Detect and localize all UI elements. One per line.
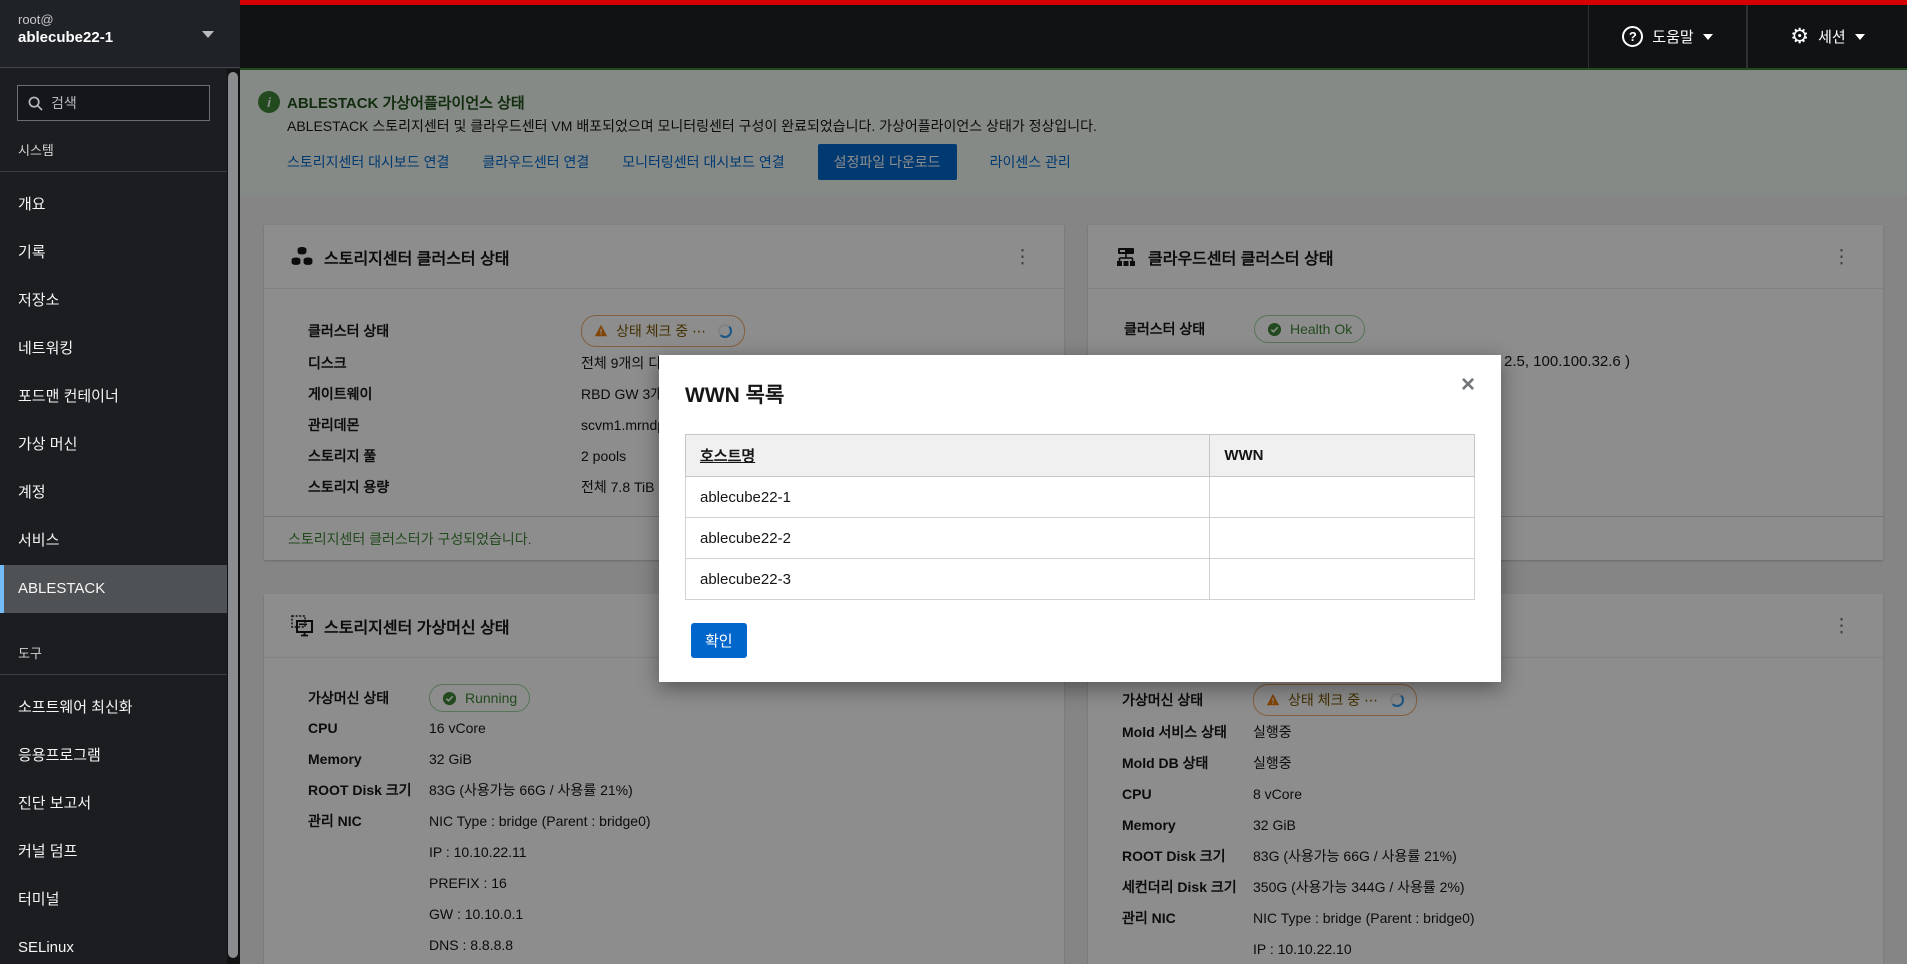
page: root@ ablecube22-1 시스템 개요 기록 저장소 네트워킹 포드… bbox=[0, 0, 1907, 964]
sidebar: root@ ablecube22-1 시스템 개요 기록 저장소 네트워킹 포드… bbox=[0, 0, 240, 964]
sidebar-scrollbar bbox=[227, 69, 240, 964]
hostname-cell: ablecube22-1 bbox=[686, 477, 1210, 518]
sidebar-item-diagnostic-reports[interactable]: 진단 보고서 bbox=[0, 780, 227, 828]
sidebar-item-overview[interactable]: 개요 bbox=[0, 181, 227, 229]
sidebar-item-ablestack[interactable]: ABLESTACK bbox=[0, 565, 227, 613]
modal-title: WWN 목록 bbox=[685, 379, 1475, 409]
session-label: 세션 bbox=[1818, 26, 1846, 47]
search-icon bbox=[28, 96, 43, 111]
sidebar-item-storage[interactable]: 저장소 bbox=[0, 277, 227, 325]
hostname-cell: ablecube22-2 bbox=[686, 518, 1210, 559]
sidebar-item-networking[interactable]: 네트워킹 bbox=[0, 325, 227, 373]
sidebar-section-tools: 도구 소프트웨어 최신화 응용프로그램 진단 보고서 커널 덤프 터미널 SEL… bbox=[0, 643, 227, 964]
sidebar-item-services[interactable]: 서비스 bbox=[0, 517, 227, 565]
section-label-tools: 도구 bbox=[0, 643, 227, 674]
wwn-list-modal: WWN 목록 × 호스트명 WWN ablecube22-1 ablecube2… bbox=[659, 355, 1501, 682]
search-box[interactable] bbox=[17, 85, 210, 121]
sidebar-item-kernel-dump[interactable]: 커널 덤프 bbox=[0, 828, 227, 876]
sidebar-section-system: 시스템 개요 기록 저장소 네트워킹 포드맨 컨테이너 가상 머신 계정 서비스… bbox=[0, 140, 227, 613]
sidebar-item-virtual-machines[interactable]: 가상 머신 bbox=[0, 421, 227, 469]
scrollbar-thumb[interactable] bbox=[228, 72, 238, 958]
sidebar-item-selinux[interactable]: SELinux bbox=[0, 924, 227, 964]
sidebar-item-podman[interactable]: 포드맨 컨테이너 bbox=[0, 373, 227, 421]
help-label: 도움말 bbox=[1652, 26, 1693, 47]
chevron-down-icon bbox=[1703, 34, 1713, 40]
gear-icon bbox=[1790, 26, 1809, 47]
help-menu-button[interactable]: 도움말 bbox=[1588, 5, 1747, 68]
session-menu-button[interactable]: 세션 bbox=[1747, 5, 1907, 68]
table-row: ablecube22-2 bbox=[686, 518, 1475, 559]
masthead: 도움말 세션 bbox=[240, 0, 1907, 68]
hostname-cell: ablecube22-3 bbox=[686, 559, 1210, 600]
column-header-wwn: WWN bbox=[1210, 435, 1475, 477]
question-circle-icon bbox=[1622, 26, 1643, 47]
sidebar-item-logs[interactable]: 기록 bbox=[0, 229, 227, 277]
host-switcher[interactable]: root@ ablecube22-1 bbox=[0, 0, 240, 68]
sidebar-item-software-updates[interactable]: 소프트웨어 최신화 bbox=[0, 684, 227, 732]
chevron-down-icon bbox=[202, 31, 214, 38]
confirm-button[interactable]: 확인 bbox=[691, 623, 747, 658]
host-name: ablecube22-1 bbox=[18, 28, 222, 48]
wwn-cell bbox=[1210, 559, 1475, 600]
section-label-system: 시스템 bbox=[0, 140, 227, 171]
wwn-cell bbox=[1210, 518, 1475, 559]
close-icon[interactable]: × bbox=[1461, 373, 1475, 397]
sidebar-item-terminal[interactable]: 터미널 bbox=[0, 876, 227, 924]
search-input[interactable] bbox=[51, 95, 181, 111]
wwn-table: 호스트명 WWN ablecube22-1 ablecube22-2 ablec… bbox=[685, 434, 1475, 600]
host-user: root@ bbox=[18, 12, 222, 28]
chevron-down-icon bbox=[1855, 34, 1865, 40]
sidebar-item-accounts[interactable]: 계정 bbox=[0, 469, 227, 517]
table-row: ablecube22-3 bbox=[686, 559, 1475, 600]
column-header-hostname[interactable]: 호스트명 bbox=[686, 435, 1210, 477]
wwn-cell bbox=[1210, 477, 1475, 518]
sidebar-item-applications[interactable]: 응용프로그램 bbox=[0, 732, 227, 780]
table-row: ablecube22-1 bbox=[686, 477, 1475, 518]
